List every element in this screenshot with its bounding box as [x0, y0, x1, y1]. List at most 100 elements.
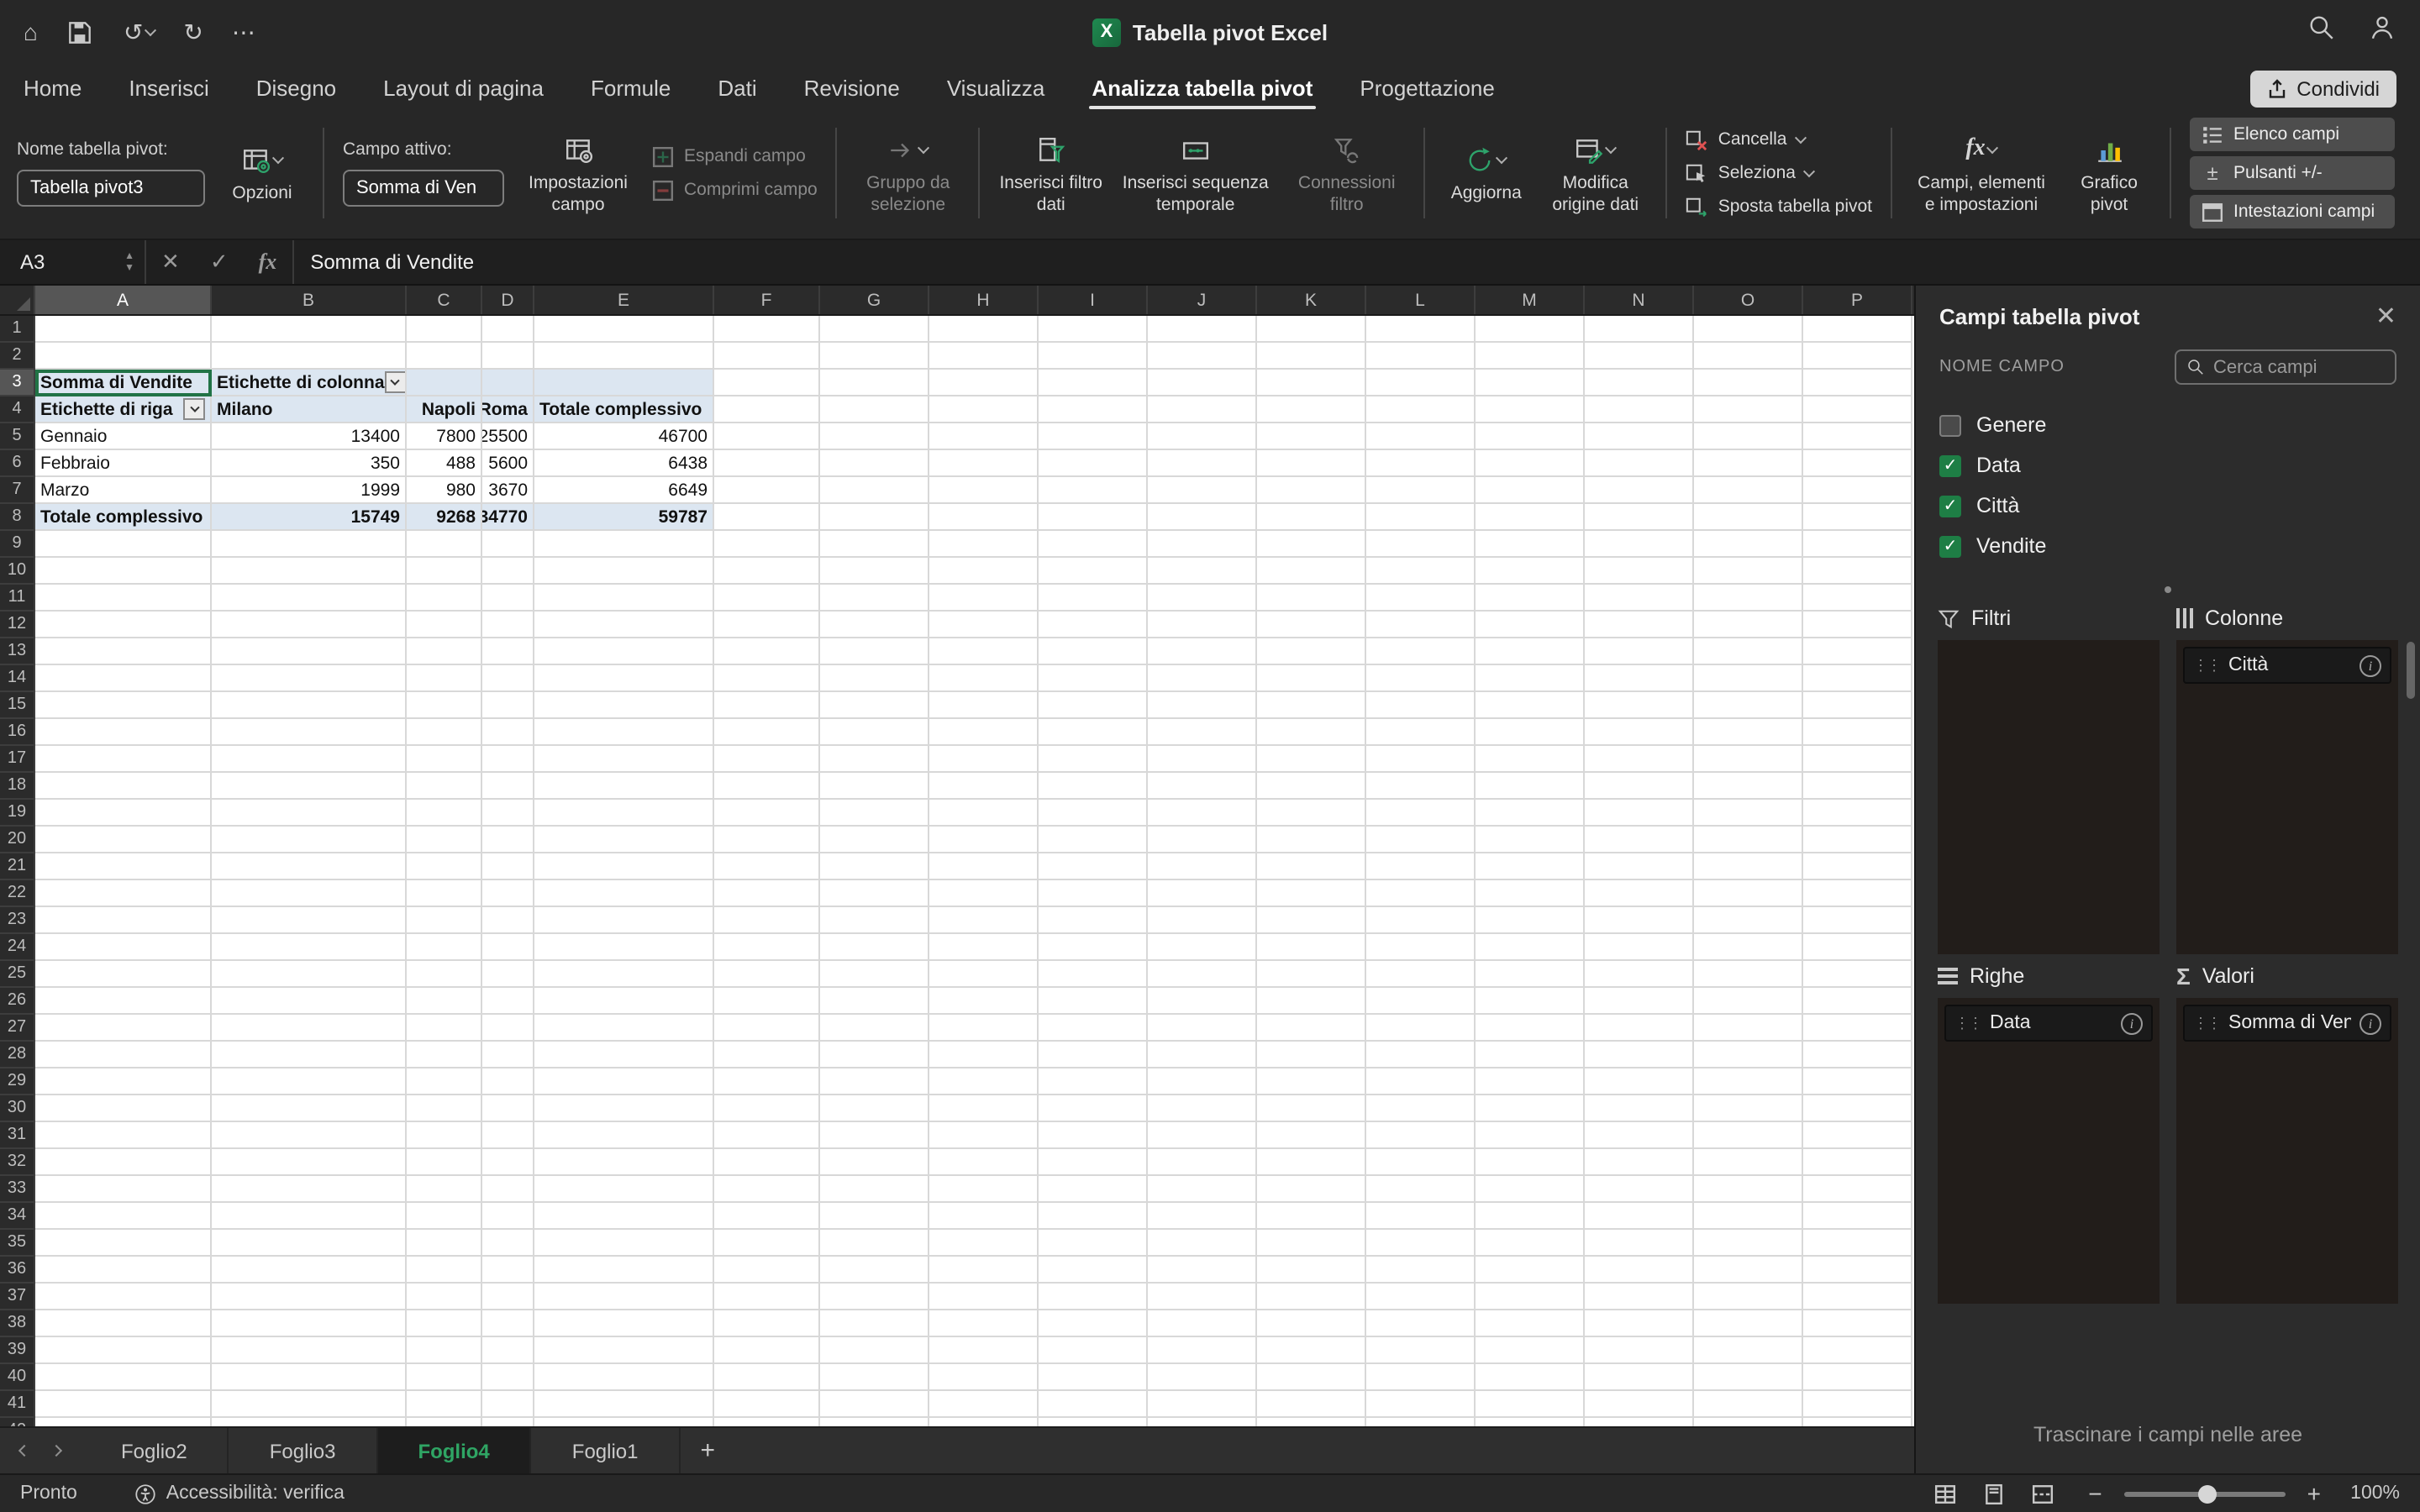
cell-L21[interactable] — [1366, 853, 1476, 880]
cell-N33[interactable] — [1585, 1176, 1694, 1203]
cell-H26[interactable] — [929, 988, 1039, 1015]
cell-J30[interactable] — [1148, 1095, 1257, 1122]
cell-B42[interactable] — [212, 1418, 407, 1426]
cell-L3[interactable] — [1366, 370, 1476, 396]
cell-G6[interactable] — [820, 450, 929, 477]
cell-I30[interactable] — [1039, 1095, 1148, 1122]
cell-M27[interactable] — [1476, 1015, 1585, 1042]
cell-N16[interactable] — [1585, 719, 1694, 746]
cell-G36[interactable] — [820, 1257, 929, 1284]
cell-H17[interactable] — [929, 746, 1039, 773]
cell-K7[interactable] — [1257, 477, 1366, 504]
cell-K24[interactable] — [1257, 934, 1366, 961]
cell-M41[interactable] — [1476, 1391, 1585, 1418]
cell-I29[interactable] — [1039, 1068, 1148, 1095]
cell-P40[interactable] — [1803, 1364, 1912, 1391]
cell-A23[interactable] — [35, 907, 212, 934]
cell-M20[interactable] — [1476, 827, 1585, 853]
sheet-nav-right-icon[interactable] — [50, 1445, 62, 1457]
cell-B5[interactable]: 13400 — [212, 423, 407, 450]
cell-B17[interactable] — [212, 746, 407, 773]
row-header-4[interactable]: 4 — [0, 396, 35, 423]
zoom-out-button[interactable]: − — [2088, 1480, 2102, 1507]
cell-A8[interactable]: Totale complessivo — [35, 504, 212, 531]
cell-N24[interactable] — [1585, 934, 1694, 961]
cell-N35[interactable] — [1585, 1230, 1694, 1257]
cell-I37[interactable] — [1039, 1284, 1148, 1310]
cell-I31[interactable] — [1039, 1122, 1148, 1149]
column-header-f[interactable]: F — [714, 286, 820, 314]
cell-N1[interactable] — [1585, 316, 1694, 343]
cell-M10[interactable] — [1476, 558, 1585, 585]
cell-P29[interactable] — [1803, 1068, 1912, 1095]
cell-G11[interactable] — [820, 585, 929, 612]
cell-E15[interactable] — [534, 692, 714, 719]
cell-H24[interactable] — [929, 934, 1039, 961]
cell-L22[interactable] — [1366, 880, 1476, 907]
cell-F11[interactable] — [714, 585, 820, 612]
row-header-39[interactable]: 39 — [0, 1337, 35, 1364]
cell-B15[interactable] — [212, 692, 407, 719]
column-header-p[interactable]: P — [1803, 286, 1912, 314]
row-header-7[interactable]: 7 — [0, 477, 35, 504]
cell-P20[interactable] — [1803, 827, 1912, 853]
rows-area-box[interactable]: ⋮⋮Datai — [1938, 998, 2160, 1304]
cell-H9[interactable] — [929, 531, 1039, 558]
cell-A11[interactable] — [35, 585, 212, 612]
cell-B11[interactable] — [212, 585, 407, 612]
cell-G20[interactable] — [820, 827, 929, 853]
cell-J1[interactable] — [1148, 316, 1257, 343]
row-header-12[interactable]: 12 — [0, 612, 35, 638]
cell-A15[interactable] — [35, 692, 212, 719]
cell-N8[interactable] — [1585, 504, 1694, 531]
accessibility-status[interactable]: Accessibilità: verifica — [134, 1483, 345, 1504]
row-header-11[interactable]: 11 — [0, 585, 35, 612]
cell-B7[interactable]: 1999 — [212, 477, 407, 504]
cell-O21[interactable] — [1694, 853, 1803, 880]
cell-D22[interactable] — [482, 880, 534, 907]
cell-J9[interactable] — [1148, 531, 1257, 558]
cell-G22[interactable] — [820, 880, 929, 907]
cell-E29[interactable] — [534, 1068, 714, 1095]
cell-G23[interactable] — [820, 907, 929, 934]
cell-G37[interactable] — [820, 1284, 929, 1310]
cell-K36[interactable] — [1257, 1257, 1366, 1284]
cell-J14[interactable] — [1148, 665, 1257, 692]
cell-M26[interactable] — [1476, 988, 1585, 1015]
cell-A20[interactable] — [35, 827, 212, 853]
cell-C10[interactable] — [407, 558, 482, 585]
cell-L2[interactable] — [1366, 343, 1476, 370]
cell-I36[interactable] — [1039, 1257, 1148, 1284]
cell-K2[interactable] — [1257, 343, 1366, 370]
cell-L31[interactable] — [1366, 1122, 1476, 1149]
cell-O15[interactable] — [1694, 692, 1803, 719]
cell-I27[interactable] — [1039, 1015, 1148, 1042]
cell-F15[interactable] — [714, 692, 820, 719]
cell-F9[interactable] — [714, 531, 820, 558]
insert-timeline-button[interactable]: Inserisci sequenza temporale — [1118, 131, 1273, 215]
cell-K34[interactable] — [1257, 1203, 1366, 1230]
cell-A26[interactable] — [35, 988, 212, 1015]
search-icon[interactable] — [2307, 13, 2336, 50]
cell-H10[interactable] — [929, 558, 1039, 585]
cell-P16[interactable] — [1803, 719, 1912, 746]
cell-O39[interactable] — [1694, 1337, 1803, 1364]
cell-K9[interactable] — [1257, 531, 1366, 558]
cell-E21[interactable] — [534, 853, 714, 880]
cell-A34[interactable] — [35, 1203, 212, 1230]
cell-O29[interactable] — [1694, 1068, 1803, 1095]
cell-D14[interactable] — [482, 665, 534, 692]
cell-H16[interactable] — [929, 719, 1039, 746]
cell-E1[interactable] — [534, 316, 714, 343]
cell-E38[interactable] — [534, 1310, 714, 1337]
cell-A7[interactable]: Marzo — [35, 477, 212, 504]
cell-L5[interactable] — [1366, 423, 1476, 450]
cell-K3[interactable] — [1257, 370, 1366, 396]
cell-O14[interactable] — [1694, 665, 1803, 692]
row-header-28[interactable]: 28 — [0, 1042, 35, 1068]
tab-disegno[interactable]: Disegno — [256, 67, 336, 111]
cell-I39[interactable] — [1039, 1337, 1148, 1364]
cell-O12[interactable] — [1694, 612, 1803, 638]
cell-D31[interactable] — [482, 1122, 534, 1149]
cell-F12[interactable] — [714, 612, 820, 638]
